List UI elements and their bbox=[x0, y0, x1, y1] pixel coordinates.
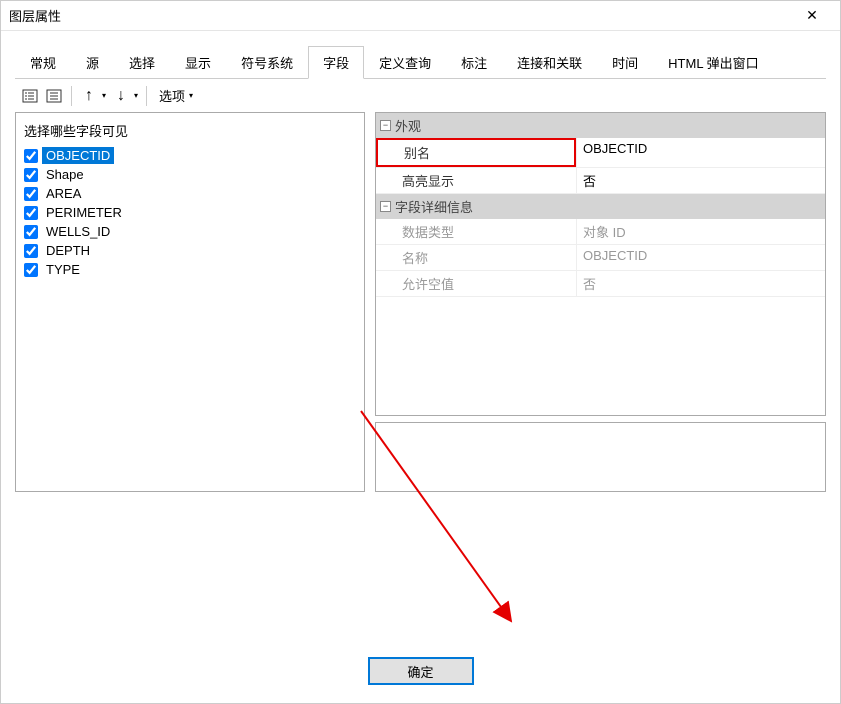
list-unchecked-icon[interactable] bbox=[43, 85, 65, 107]
prop-value: OBJECTID bbox=[576, 245, 825, 270]
toolbar-separator bbox=[71, 86, 72, 106]
field-checkbox[interactable] bbox=[24, 187, 38, 201]
window-title: 图层属性 bbox=[9, 6, 61, 25]
tab-常规[interactable]: 常规 bbox=[15, 46, 71, 79]
right-column: −外观别名OBJECTID高亮显示否−字段详细信息数据类型对象 ID名称OBJE… bbox=[375, 112, 826, 492]
prop-label: 高亮显示 bbox=[376, 168, 576, 193]
prop-group-title: 字段详细信息 bbox=[395, 197, 473, 216]
tab-源[interactable]: 源 bbox=[71, 46, 114, 79]
prop-label: 名称 bbox=[376, 245, 576, 270]
field-checkbox[interactable] bbox=[24, 244, 38, 258]
field-checkbox[interactable] bbox=[24, 206, 38, 220]
dropdown-arrow-icon[interactable]: ▾ bbox=[100, 91, 108, 100]
prop-label: 允许空值 bbox=[376, 271, 576, 296]
field-item[interactable]: DEPTH bbox=[20, 241, 360, 260]
field-checkbox[interactable] bbox=[24, 168, 38, 182]
field-item[interactable]: Shape bbox=[20, 165, 360, 184]
field-label: TYPE bbox=[42, 261, 84, 278]
field-item[interactable]: OBJECTID bbox=[20, 146, 360, 165]
prop-value: 否 bbox=[576, 271, 825, 296]
tab-选择[interactable]: 选择 bbox=[114, 46, 170, 79]
field-item[interactable]: PERIMETER bbox=[20, 203, 360, 222]
tab-HTML 弹出窗口[interactable]: HTML 弹出窗口 bbox=[653, 46, 774, 79]
prop-group-header[interactable]: −字段详细信息 bbox=[376, 194, 825, 219]
options-label: 选项 bbox=[159, 86, 185, 105]
arrow-up-icon: ↑ bbox=[78, 85, 100, 107]
property-grid: −外观别名OBJECTID高亮显示否−字段详细信息数据类型对象 ID名称OBJE… bbox=[375, 112, 826, 416]
prop-label: 别名 bbox=[376, 138, 576, 167]
field-label: AREA bbox=[42, 185, 85, 202]
options-dropdown[interactable]: 选项 ▾ bbox=[153, 84, 201, 107]
tab-符号系统[interactable]: 符号系统 bbox=[226, 46, 308, 79]
field-checkbox[interactable] bbox=[24, 263, 38, 277]
tab-strip: 常规源选择显示符号系统字段定义查询标注连接和关联时间HTML 弹出窗口 bbox=[15, 45, 826, 79]
tab-时间[interactable]: 时间 bbox=[597, 46, 653, 79]
field-label: DEPTH bbox=[42, 242, 94, 259]
move-up-button[interactable]: ↑ ▾ bbox=[78, 85, 108, 107]
field-checkbox[interactable] bbox=[24, 225, 38, 239]
prop-group-header[interactable]: −外观 bbox=[376, 113, 825, 138]
prop-row: 允许空值否 bbox=[376, 271, 825, 297]
arrow-down-icon: ↓ bbox=[110, 85, 132, 107]
prop-row[interactable]: 高亮显示否 bbox=[376, 168, 825, 194]
panels: 选择哪些字段可见 OBJECTID Shape AREA PERIMETER WELLS… bbox=[15, 112, 826, 492]
field-label: PERIMETER bbox=[42, 204, 126, 221]
tab-字段[interactable]: 字段 bbox=[308, 46, 364, 79]
tab-连接和关联[interactable]: 连接和关联 bbox=[502, 46, 597, 79]
prop-value[interactable]: OBJECTID bbox=[576, 138, 825, 167]
collapse-icon[interactable]: − bbox=[380, 120, 391, 131]
dropdown-arrow-icon[interactable]: ▾ bbox=[132, 91, 140, 100]
description-box bbox=[375, 422, 826, 492]
field-item[interactable]: AREA bbox=[20, 184, 360, 203]
field-panel-heading: 选择哪些字段可见 bbox=[20, 119, 360, 146]
tab-显示[interactable]: 显示 bbox=[170, 46, 226, 79]
tab-标注[interactable]: 标注 bbox=[446, 46, 502, 79]
prop-group-title: 外观 bbox=[395, 116, 421, 135]
prop-value: 对象 ID bbox=[576, 219, 825, 244]
content-area: 常规源选择显示符号系统字段定义查询标注连接和关联时间HTML 弹出窗口 ↑ ▾ … bbox=[1, 31, 840, 500]
prop-label: 数据类型 bbox=[376, 219, 576, 244]
dialog-footer: 确定 bbox=[1, 657, 840, 685]
prop-row[interactable]: 别名OBJECTID bbox=[376, 138, 825, 168]
titlebar: 图层属性 ✕ bbox=[1, 1, 840, 31]
toolbar: ↑ ▾ ↓ ▾ 选项 ▾ bbox=[15, 79, 826, 112]
field-checkbox[interactable] bbox=[24, 149, 38, 163]
dropdown-arrow-icon: ▾ bbox=[187, 91, 195, 100]
prop-row: 数据类型对象 ID bbox=[376, 219, 825, 245]
prop-value[interactable]: 否 bbox=[576, 168, 825, 193]
field-list: OBJECTID Shape AREA PERIMETER WELLS_ID DEPTH T… bbox=[20, 146, 360, 279]
toolbar-separator bbox=[146, 86, 147, 106]
field-item[interactable]: TYPE bbox=[20, 260, 360, 279]
field-item[interactable]: WELLS_ID bbox=[20, 222, 360, 241]
field-label: Shape bbox=[42, 166, 88, 183]
move-down-button[interactable]: ↓ ▾ bbox=[110, 85, 140, 107]
collapse-icon[interactable]: − bbox=[380, 201, 391, 212]
ok-button[interactable]: 确定 bbox=[368, 657, 474, 685]
layer-properties-dialog: 图层属性 ✕ 常规源选择显示符号系统字段定义查询标注连接和关联时间HTML 弹出… bbox=[0, 0, 841, 704]
field-visibility-panel: 选择哪些字段可见 OBJECTID Shape AREA PERIMETER WELLS… bbox=[15, 112, 365, 492]
field-label: WELLS_ID bbox=[42, 223, 114, 240]
close-button[interactable]: ✕ bbox=[792, 2, 832, 30]
tab-定义查询[interactable]: 定义查询 bbox=[364, 46, 446, 79]
field-label: OBJECTID bbox=[42, 147, 114, 164]
prop-row: 名称OBJECTID bbox=[376, 245, 825, 271]
list-checked-icon[interactable] bbox=[19, 85, 41, 107]
